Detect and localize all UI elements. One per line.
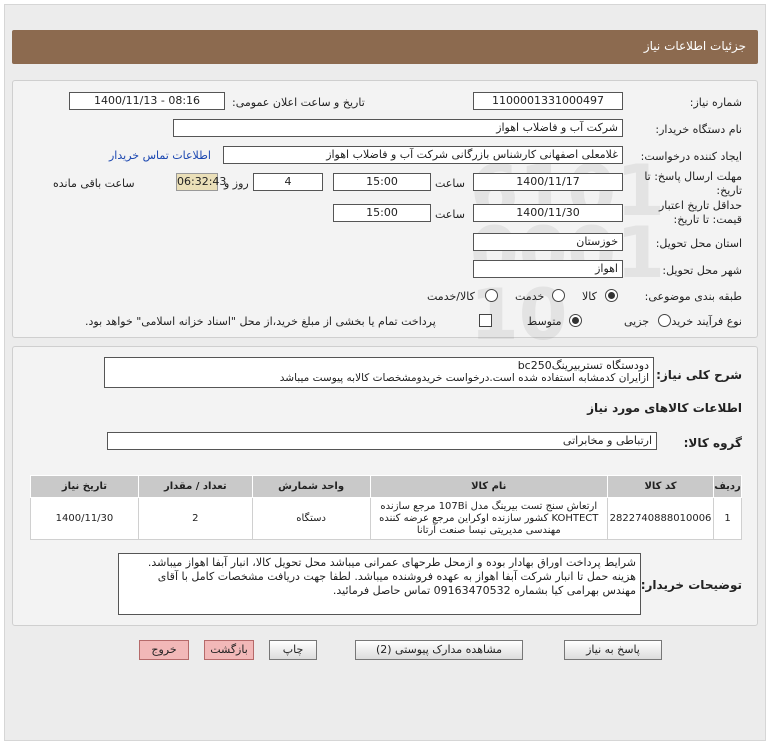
row-qty: 2	[137, 497, 253, 540]
attachments-button[interactable]: مشاهده مدارک پیوستی (2)	[355, 640, 523, 660]
creator-field: غلامعلی اصفهانی کارشناس بازرگانی شرکت آب…	[223, 146, 623, 164]
need-number-field: 1100001331000497	[473, 92, 623, 110]
print-button[interactable]: چاپ	[269, 640, 317, 660]
validity-time-label: ساعت	[435, 208, 465, 221]
category-option-service: خدمت	[515, 290, 545, 303]
days-field: 4	[253, 173, 323, 191]
back-button[interactable]: بازگشت	[204, 640, 254, 660]
remaining-time: 06:32:43	[176, 173, 226, 191]
province-field: خوزستان	[473, 233, 623, 251]
exit-button[interactable]: خروج	[139, 640, 189, 660]
deadline-date-field: 1400/11/17	[473, 173, 623, 191]
category-radio-both[interactable]	[485, 289, 498, 302]
col-name: نام کالا	[369, 475, 609, 498]
summary-line-1: دودستگاه تستربیرینگbc250	[517, 359, 649, 372]
row-code: 2822740888010006	[607, 497, 715, 540]
col-date: تاریخ نیاز	[30, 475, 139, 498]
validity-time-field: 15:00	[333, 204, 431, 222]
category-option-both: کالا/خدمت	[427, 290, 475, 303]
need-number-label: شماره نیاز:	[689, 96, 742, 109]
buyer-notes-box: شرایط پرداخت اوراق بهادار بوده و ازمحل ط…	[118, 553, 641, 615]
validity-date-field: 1400/11/30	[473, 204, 623, 222]
row-index: 1	[713, 497, 742, 540]
table-header-row: ردیف کد کالا نام کالا واحد شمارش تعداد /…	[30, 475, 742, 498]
deadline-time-label: ساعت	[435, 177, 465, 190]
goods-group-label: گروه کالا:	[683, 436, 742, 450]
category-option-goods: کالا	[582, 290, 597, 303]
province-label: استان محل تحویل:	[655, 237, 742, 250]
creator-label: ایجاد کننده درخواست:	[640, 150, 742, 163]
process-radio-medium[interactable]	[569, 314, 582, 327]
process-label: نوع فرآیند خرید :	[664, 315, 742, 328]
table-row: 1 2822740888010006 ارتعاش سنج تست بیرینگ…	[30, 497, 742, 540]
validity-label-2: قیمت: تا تاریخ:	[673, 213, 742, 226]
col-qty: تعداد / مقدار	[137, 475, 253, 498]
page-title: جزئیات اطلاعات نیاز	[643, 39, 746, 53]
category-label: طبقه بندی موضوعی:	[644, 290, 742, 303]
days-label: روز و	[224, 177, 249, 190]
col-index: ردیف	[713, 475, 742, 498]
category-radio-goods[interactable]	[605, 289, 618, 302]
deadline-time-field: 15:00	[333, 173, 431, 191]
row-unit: دستگاه	[251, 497, 371, 540]
payment-note: پرداخت تمام یا بخشی از مبلغ خرید،از محل …	[85, 315, 436, 328]
col-unit: واحد شمارش	[251, 475, 371, 498]
remaining-label: ساعت باقی مانده	[53, 177, 135, 190]
category-radio-service[interactable]	[552, 289, 565, 302]
goods-table: ردیف کد کالا نام کالا واحد شمارش تعداد /…	[30, 475, 742, 540]
announce-field: 1400/11/13 - 08:16	[69, 92, 225, 110]
summary-line-2: ازایران کدمشابه استفاده شده است.درخواست …	[279, 372, 649, 384]
reply-button[interactable]: پاسخ به نیاز	[564, 640, 662, 660]
goods-section-title: اطلاعات کالاهای مورد نیاز	[587, 401, 742, 415]
buyer-label: نام دستگاه خریدار:	[655, 123, 742, 136]
summary-box: دودستگاه تستربیرینگbc250 ازایران کدمشابه…	[104, 357, 654, 388]
row-date: 1400/11/30	[30, 497, 139, 540]
buyer-field: شرکت آب و فاضلاب اهواز	[173, 119, 623, 137]
col-code: کد کالا	[607, 475, 715, 498]
page-header: جزئیات اطلاعات نیاز	[12, 30, 758, 64]
row-name: ارتعاش سنج تست بیرینگ مدل 107Bi مرجع ساز…	[369, 497, 609, 540]
buyer-notes-label: توضیحات خریدار:	[640, 578, 742, 592]
city-field: اهواز	[473, 260, 623, 278]
process-option-medium: متوسط	[527, 315, 562, 328]
process-radio-minor[interactable]	[658, 314, 671, 327]
summary-label: شرح کلی نیاز:	[656, 368, 742, 382]
buyer-contact-link[interactable]: اطلاعات تماس خریدار	[109, 149, 211, 162]
deadline-label-2: تاریخ:	[716, 184, 742, 197]
goods-group-field: ارتباطی و مخابراتی	[107, 432, 657, 450]
announce-label: تاریخ و ساعت اعلان عمومی:	[232, 96, 365, 109]
validity-label-1: حداقل تاریخ اعتبار	[658, 199, 742, 212]
process-option-minor: جزیی	[624, 315, 650, 328]
deadline-label-1: مهلت ارسال پاسخ: تا	[644, 170, 742, 183]
payment-checkbox[interactable]	[479, 314, 492, 327]
city-label: شهر محل تحویل:	[662, 264, 742, 277]
